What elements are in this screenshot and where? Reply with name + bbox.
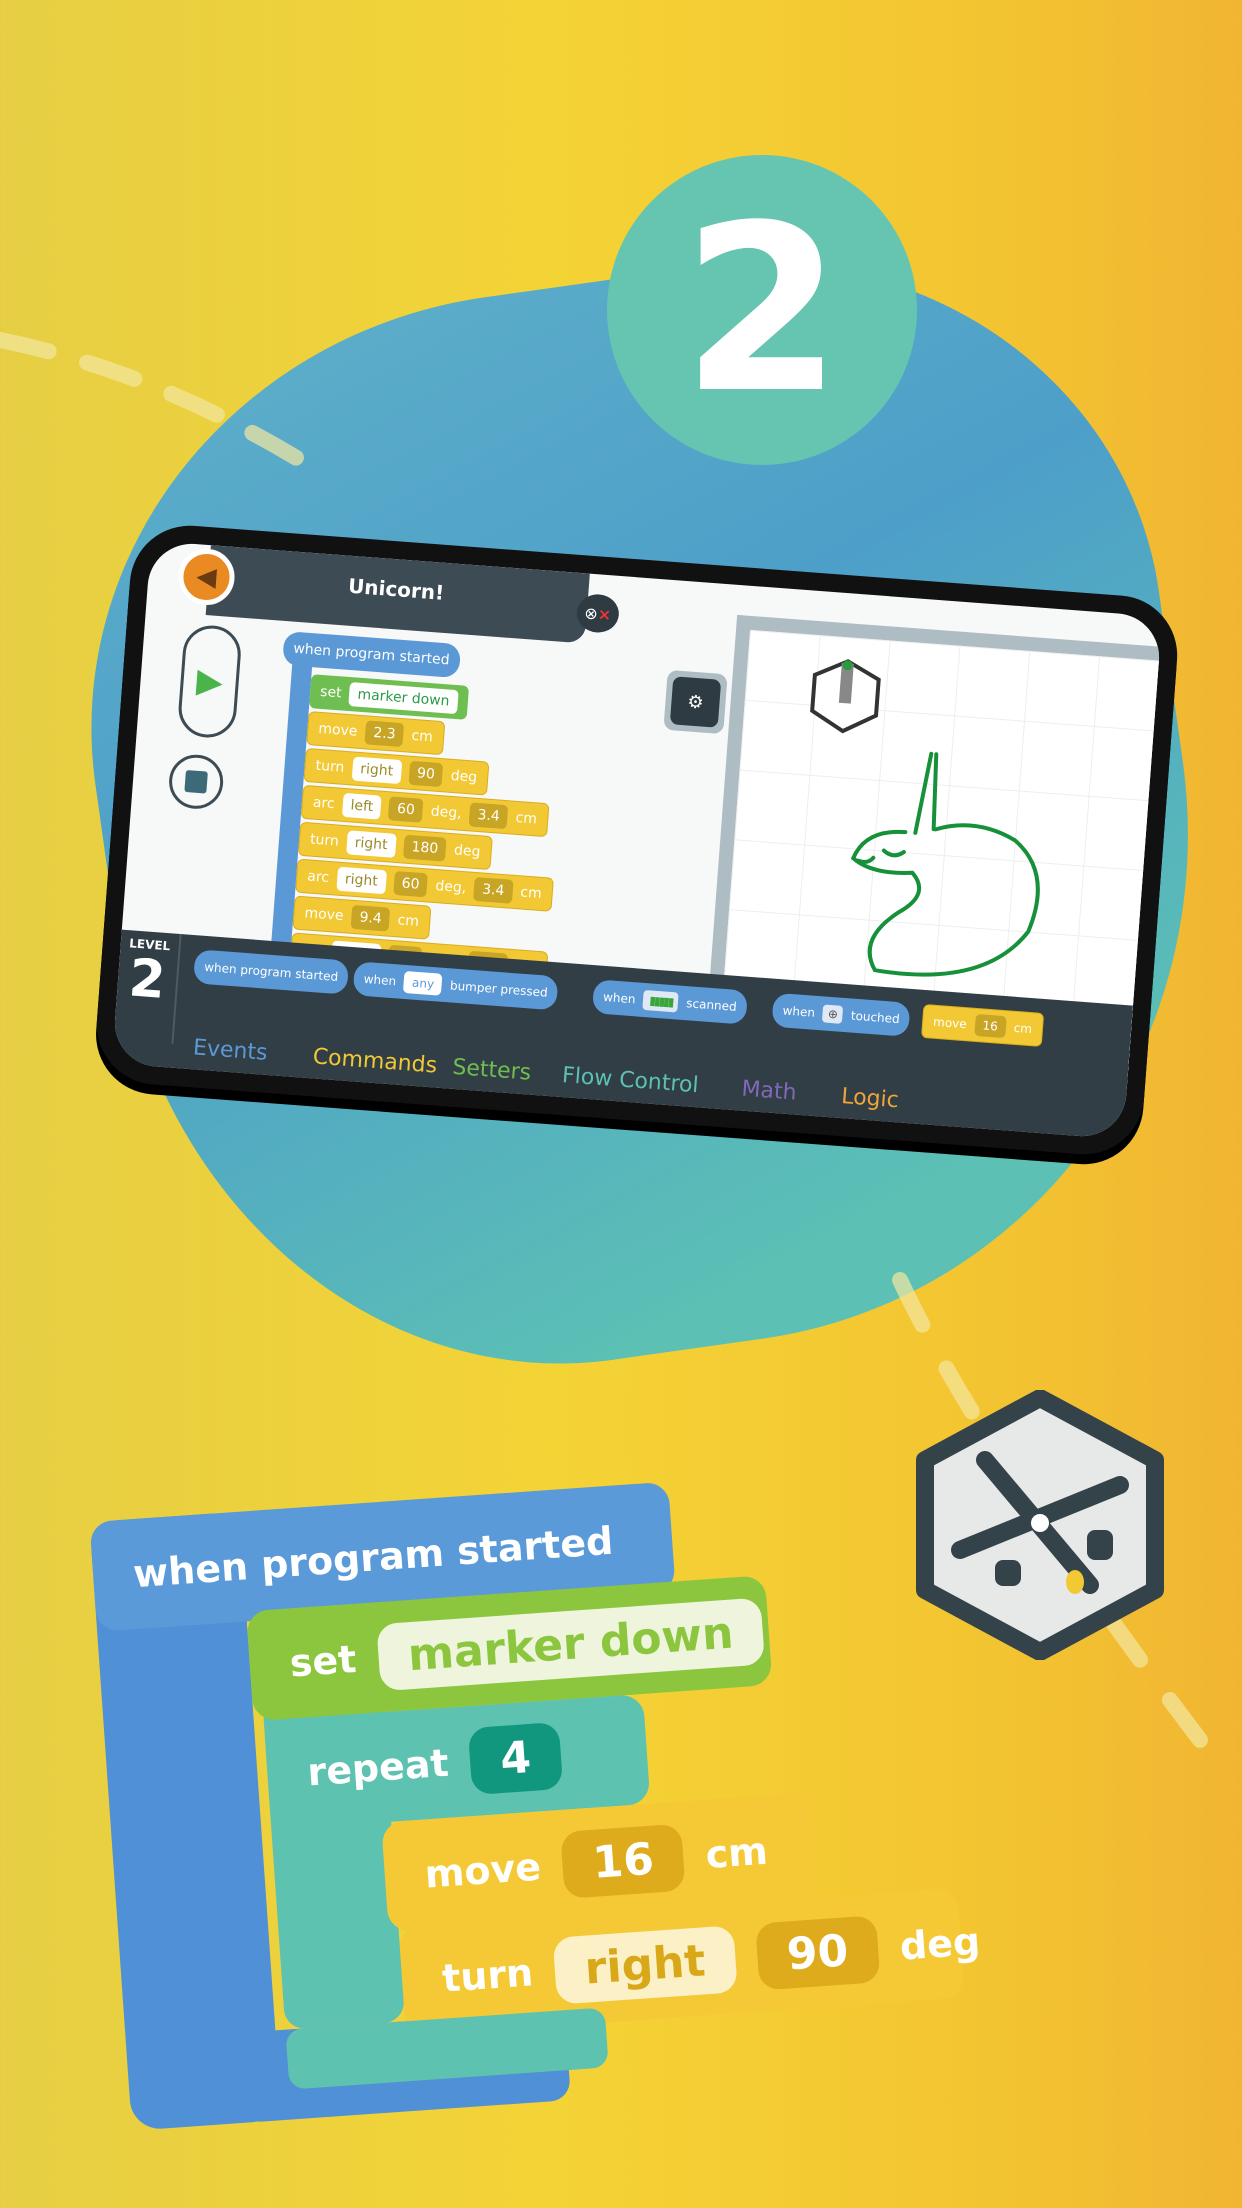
block-option-dropdown[interactable]: left — [341, 792, 383, 820]
block-label: move — [303, 905, 345, 925]
palette-block-label: when program started — [203, 959, 339, 984]
phone-frame: Unicorn! ⊗× ◀ ▶ when program started set m… — [92, 521, 1182, 1159]
event-label: when program started — [131, 1518, 615, 1597]
block-option-dropdown[interactable]: marker down — [348, 682, 459, 715]
block-option-dropdown[interactable]: right — [351, 756, 402, 785]
program-title: Unicorn! — [347, 573, 446, 605]
block-unit: deg — [453, 842, 482, 861]
palette-block-label: move — [932, 1014, 968, 1032]
palette-block-label: touched — [850, 1008, 901, 1027]
palette-block[interactable]: when any bumper pressed — [352, 961, 559, 1011]
block-value-input[interactable]: 180 — [402, 834, 448, 862]
block-value-input[interactable]: 3.4 — [473, 876, 514, 904]
barcode-icon: ▮▮▮▮▮ — [642, 989, 680, 1013]
turn-option: right — [552, 1924, 738, 2005]
step-number-badge: 2 — [607, 155, 917, 465]
header-bar: Unicorn! ⊗× — [205, 545, 621, 644]
move-unit: cm — [704, 1828, 770, 1877]
stop-button[interactable] — [167, 752, 226, 811]
block-label: move — [317, 720, 359, 740]
block-label: arc — [306, 868, 330, 886]
block-option-dropdown[interactable]: right — [336, 866, 387, 895]
block-unit: cm — [397, 912, 420, 930]
back-arrow-icon: ◀ — [195, 561, 218, 593]
palette-block[interactable]: when ▮▮▮▮▮ scanned — [591, 979, 748, 1025]
block-unit: deg, — [430, 803, 463, 822]
play-icon: ▶ — [195, 660, 225, 703]
block-value-input[interactable]: 60 — [392, 870, 429, 898]
robot-icon — [810, 659, 881, 734]
tab-logic[interactable]: Logic — [840, 1084, 899, 1113]
turn-label: turn — [440, 1950, 535, 2001]
block-value-input[interactable]: 60 — [388, 796, 424, 823]
palette-block-value: any — [403, 970, 443, 996]
robot-settings-button[interactable]: ⚙ — [663, 669, 728, 735]
tab-flow-control[interactable]: Flow Control — [561, 1063, 699, 1098]
block-label: turn — [315, 757, 345, 776]
unicorn-drawing — [850, 751, 1040, 977]
repeat-label: repeat — [305, 1740, 450, 1795]
palette-block-value: 16 — [973, 1013, 1007, 1039]
palette-block[interactable]: move 16 cm — [920, 1003, 1045, 1047]
palette-block-label: scanned — [685, 996, 738, 1014]
app-screen: Unicorn! ⊗× ◀ ▶ when program started set m… — [111, 540, 1163, 1140]
turn-value: 90 — [754, 1914, 881, 1991]
block-value-input[interactable]: 90 — [408, 760, 444, 788]
set-option: marker down — [375, 1597, 766, 1691]
robot-disconnected-icon: ⊗× — [583, 602, 612, 624]
repeat-value: 4 — [468, 1721, 564, 1795]
level-number: 2 — [126, 948, 168, 1011]
palette-block[interactable]: when ⊕ touched — [771, 992, 911, 1037]
tab-events[interactable]: Events — [192, 1035, 268, 1066]
robot-logo-icon — [916, 1390, 1164, 1660]
move-label: move — [423, 1844, 543, 1897]
play-button[interactable]: ▶ — [176, 623, 243, 740]
block-value-input[interactable]: 9.4 — [350, 904, 391, 932]
palette-block-label: cm — [1013, 1020, 1033, 1037]
block-label: arc — [312, 794, 336, 813]
featured-program-illustration: when program started set marker down repe… — [87, 1419, 1034, 2180]
block-unit: deg — [450, 767, 478, 786]
palette-block-label: when — [363, 971, 397, 989]
block-unit: deg, — [434, 878, 467, 897]
block-unit: cm — [515, 809, 538, 828]
block-label: set — [319, 683, 343, 702]
tab-commands[interactable]: Commands — [312, 1044, 438, 1078]
touch-sensor-icon: ⊕ — [822, 1004, 844, 1024]
block-option-dropdown[interactable]: right — [345, 830, 397, 858]
tab-math[interactable]: Math — [741, 1077, 798, 1106]
block-value-input[interactable]: 3.4 — [468, 802, 509, 830]
tab-setters[interactable]: Setters — [452, 1055, 532, 1086]
turn-unit: deg — [898, 1919, 982, 1969]
set-label: set — [288, 1636, 358, 1686]
block-value-input[interactable]: 2.3 — [364, 720, 405, 748]
move-value: 16 — [560, 1823, 687, 1899]
block-label: turn — [309, 831, 340, 850]
stop-icon — [184, 769, 208, 794]
palette-block-label: when — [602, 989, 636, 1007]
palette-block[interactable]: when program started — [193, 949, 350, 995]
palette-block-label: bumper pressed — [449, 978, 549, 1000]
block-unit: cm — [410, 727, 434, 746]
robot-connect-button[interactable]: ⊗× — [575, 592, 621, 634]
block-label: when program started — [292, 640, 451, 669]
block-unit: cm — [519, 884, 543, 902]
palette-block-label: when — [782, 1003, 816, 1020]
robot-settings-icon: ⚙ — [669, 676, 722, 728]
level-indicator: LEVEL 2 — [113, 929, 182, 1044]
